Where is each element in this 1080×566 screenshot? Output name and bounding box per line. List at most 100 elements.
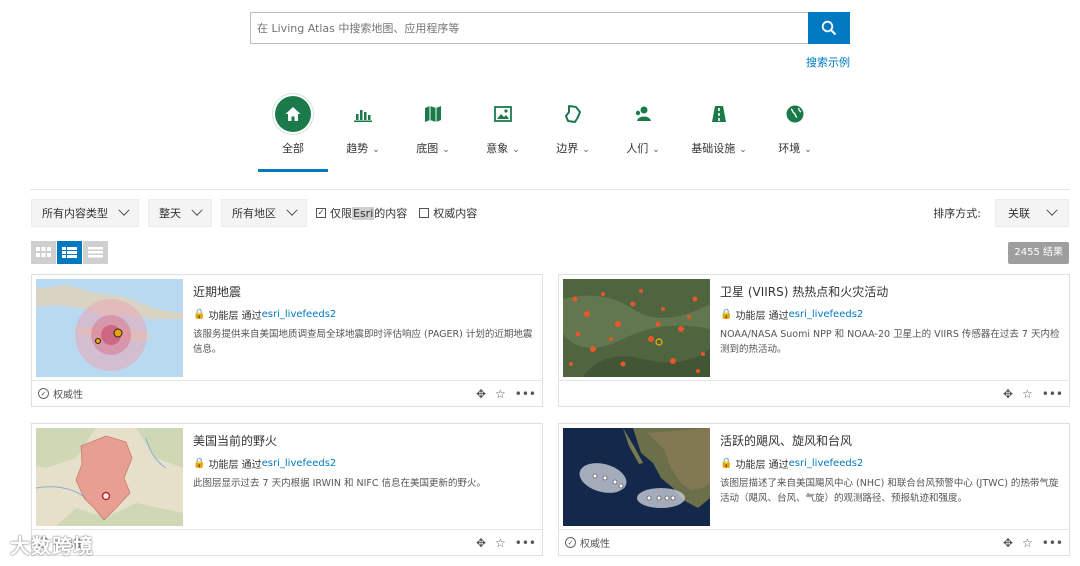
add-to-map-icon[interactable]: ✥ xyxy=(1003,388,1013,400)
card-thumbnail[interactable] xyxy=(36,428,183,526)
card-description: 该图层描述了来自美国飓风中心 (NHC) 和联合台风预警中心 (JTWC) 的热… xyxy=(720,478,1059,504)
chevron-down-icon: ⌄ xyxy=(442,145,450,155)
feature-layer-icon: 🔒 xyxy=(720,458,733,469)
search-input[interactable] xyxy=(250,12,808,44)
tab-trends[interactable]: 趋势 ⌄ xyxy=(328,96,398,172)
card-title[interactable]: 近期地震 xyxy=(193,283,241,300)
owner-link[interactable]: esri_livefeeds2 xyxy=(789,309,864,320)
grid-view-button[interactable] xyxy=(31,241,56,264)
add-to-map-icon[interactable]: ✥ xyxy=(1003,537,1013,549)
region-dropdown[interactable]: 所有地区 xyxy=(221,199,307,227)
chevron-down-icon: ⌄ xyxy=(372,145,380,155)
item-type: 功能层 xyxy=(735,311,766,322)
add-to-map-icon[interactable]: ✥ xyxy=(476,537,486,549)
authoritative-label: 权威性 xyxy=(580,539,610,550)
owner-link[interactable]: esri_livefeeds2 xyxy=(262,458,337,469)
sort-label: 排序方式: xyxy=(933,207,981,220)
tab-boundaries[interactable]: 边界 ⌄ xyxy=(538,96,608,172)
favorite-star-icon[interactable]: ☆ xyxy=(495,537,506,549)
feature-layer-icon: 🔒 xyxy=(193,458,206,469)
result-card[interactable]: 活跃的飓风、旋风和台风 🔒 功能层 通过 esri_livefeeds2 该图层描… xyxy=(558,423,1070,556)
tab-people[interactable]: 人们 ⌄ xyxy=(608,96,678,172)
dropdown-label: 关联 xyxy=(1008,207,1030,220)
via-label: 通过 xyxy=(241,311,262,322)
checkbox-checked-icon: ✓ xyxy=(316,208,326,218)
favorite-star-icon[interactable]: ☆ xyxy=(495,388,506,400)
checkbox-label: 仅限 xyxy=(330,207,352,220)
via-label: 通过 xyxy=(768,460,789,471)
view-toggle xyxy=(31,241,109,264)
result-card[interactable]: 卫星 (VIIRS) 热热点和火灾活动 🔒 功能层 通过 esri_livefee… xyxy=(558,274,1070,407)
road-icon xyxy=(701,96,737,132)
card-thumbnail[interactable] xyxy=(563,279,710,377)
more-options-icon[interactable]: ••• xyxy=(1042,537,1063,549)
card-title[interactable]: 美国当前的野火 xyxy=(193,432,277,449)
authoritative-badge: ✓ 权威性 xyxy=(565,535,610,550)
earthquake-map-thumbnail xyxy=(36,279,183,377)
tab-environment[interactable]: 环境 ⌄ xyxy=(760,96,830,172)
table-icon xyxy=(88,247,103,258)
card-thumbnail[interactable] xyxy=(563,428,710,526)
item-type: 功能层 xyxy=(208,460,239,471)
result-card[interactable]: 近期地震 🔒 功能层 通过 esri_livefeeds2 该服务提供来自美国地质… xyxy=(31,274,543,407)
chevron-down-icon xyxy=(191,204,203,216)
category-nav: 全部 趋势 ⌄ 底图 ⌄ 意象 ⌄ 边界 ⌄ 人们 ⌄ 基础设施 ⌄ 环境 ⌄ xyxy=(258,96,830,172)
search-icon xyxy=(821,20,837,36)
grid-icon xyxy=(36,247,51,257)
wildfire-map-thumbnail xyxy=(36,428,183,526)
content-type-dropdown[interactable]: 所有内容类型 xyxy=(31,199,139,227)
card-footer: ✓ 权威性 ✥ ☆ ••• xyxy=(559,529,1069,555)
check-circle-icon: ✓ xyxy=(38,388,49,399)
chevron-down-icon xyxy=(1046,204,1058,216)
list-view-button[interactable] xyxy=(57,241,82,264)
tab-label: 环境 xyxy=(778,142,801,155)
chevron-down-icon xyxy=(118,204,130,216)
card-thumbnail[interactable] xyxy=(36,279,183,377)
favorite-star-icon[interactable]: ☆ xyxy=(1022,537,1033,549)
owner-link[interactable]: esri_livefeeds2 xyxy=(789,458,864,469)
esri-only-checkbox[interactable]: ✓ 仅限 Esri 的内容 xyxy=(316,205,407,221)
favorite-star-icon[interactable]: ☆ xyxy=(1022,388,1033,400)
add-to-map-icon[interactable]: ✥ xyxy=(476,388,486,400)
item-type: 功能层 xyxy=(208,311,239,322)
tab-label: 人们 xyxy=(626,142,649,155)
search-button[interactable] xyxy=(808,12,850,44)
tab-label: 全部 xyxy=(282,142,304,155)
feature-layer-icon: 🔒 xyxy=(193,309,206,320)
authoritative-label: 权威性 xyxy=(53,390,83,401)
list-icon xyxy=(62,247,77,258)
feature-layer-icon: 🔒 xyxy=(720,309,733,320)
owner-link[interactable]: esri_livefeeds2 xyxy=(262,309,337,320)
checkbox-label: 权威内容 xyxy=(433,207,478,220)
tab-infrastructure[interactable]: 基础设施 ⌄ xyxy=(678,96,760,172)
filter-bar: 所有内容类型 整天 所有地区 ✓ 仅限 Esri 的内容 权威内容 xyxy=(31,199,489,227)
tab-label: 趋势 xyxy=(346,142,369,155)
tab-label: 基础设施 xyxy=(691,142,736,155)
sort-dropdown[interactable]: 关联 xyxy=(995,199,1069,227)
via-label: 通过 xyxy=(768,311,789,322)
hurricane-map-thumbnail xyxy=(563,428,710,526)
date-dropdown[interactable]: 整天 xyxy=(148,199,212,227)
card-meta: 🔒 功能层 通过 esri_livefeeds2 xyxy=(720,456,863,471)
check-circle-icon: ✓ xyxy=(565,537,576,548)
dropdown-label: 所有内容类型 xyxy=(42,207,108,220)
chevron-down-icon: ⌄ xyxy=(582,145,590,155)
tab-basemaps[interactable]: 底图 ⌄ xyxy=(398,96,468,172)
table-view-button[interactable] xyxy=(83,241,108,264)
search-examples-link[interactable]: 搜索示例 xyxy=(806,54,850,70)
result-card[interactable]: 美国当前的野火 🔒 功能层 通过 esri_livefeeds2 此图层显示过去 … xyxy=(31,423,543,556)
chevron-down-icon: ⌄ xyxy=(652,145,660,155)
more-options-icon[interactable]: ••• xyxy=(515,388,536,400)
tab-all[interactable]: 全部 xyxy=(258,96,328,172)
card-footer: ✓ 权威性 ✥ ☆ ••• xyxy=(32,380,542,406)
chevron-down-icon: ⌄ xyxy=(804,145,812,155)
more-options-icon[interactable]: ••• xyxy=(515,537,536,549)
item-type: 功能层 xyxy=(735,460,766,471)
card-title[interactable]: 卫星 (VIIRS) 热热点和火灾活动 xyxy=(720,283,888,300)
chevron-down-icon: ⌄ xyxy=(512,145,520,155)
checkbox-label: 的内容 xyxy=(374,207,408,220)
tab-imagery[interactable]: 意象 ⌄ xyxy=(468,96,538,172)
authoritative-checkbox[interactable]: 权威内容 xyxy=(419,205,477,221)
more-options-icon[interactable]: ••• xyxy=(1042,388,1063,400)
card-title[interactable]: 活跃的飓风、旋风和台风 xyxy=(720,432,852,449)
